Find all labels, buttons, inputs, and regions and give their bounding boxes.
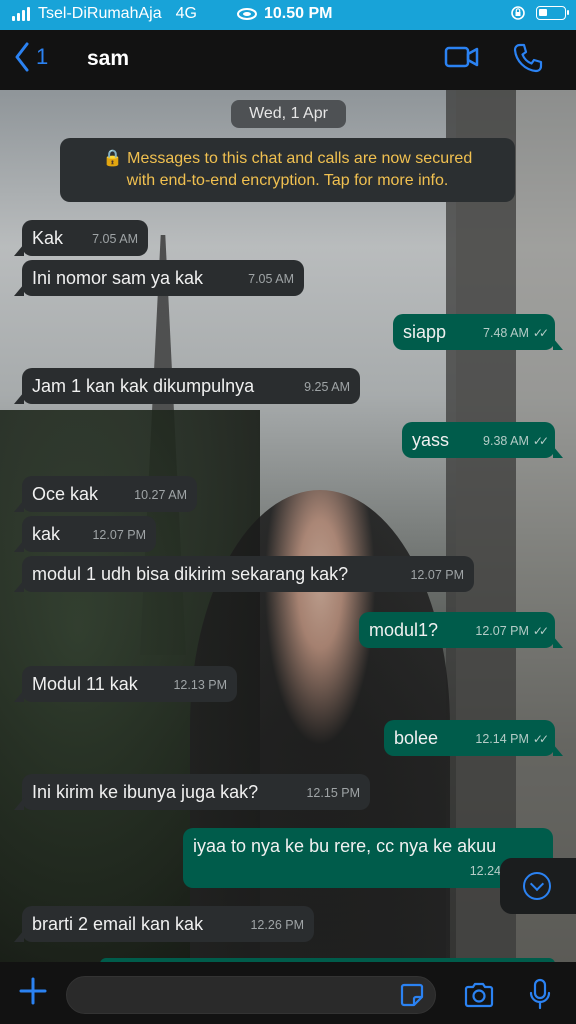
microphone-icon[interactable]	[528, 978, 552, 1010]
composer-bar	[0, 962, 576, 1024]
message-text: iyaa to nya ke bu rere, cc nya ke akuu	[193, 836, 497, 856]
contact-name[interactable]: sam	[87, 47, 129, 71]
message-input[interactable]	[66, 976, 436, 1014]
message-time: 9.38 AM	[483, 434, 529, 448]
message-time: 12.13 PM	[173, 678, 227, 692]
read-ticks-icon: ✓✓	[532, 624, 549, 638]
message-bubble[interactable]: Ini nomor sam ya kak 7.05 AM	[14, 260, 304, 296]
encryption-notice-line1: 🔒 Messages to this chat and calls are no…	[102, 150, 473, 167]
back-chevron-icon	[15, 42, 29, 72]
signal-icon	[12, 7, 30, 21]
message-time: 12.26 PM	[250, 918, 304, 932]
message-time: 7.05 AM	[248, 272, 294, 286]
message-text: Ini kirim ke ibunya juga kak?	[32, 782, 259, 802]
message-bubble[interactable]: iyaa to nya ke bu rere, cc nya ke akuu 1…	[183, 828, 553, 888]
message-text: brarti 2 email kan kak	[32, 914, 204, 934]
message-text: Kak	[32, 228, 64, 248]
chat-header: 1 sam	[0, 30, 576, 90]
message-bubble[interactable]: Jam 1 kan kak dikumpulnya 9.25 AM	[14, 368, 360, 404]
message-time: 9.25 AM	[304, 380, 350, 394]
message-bubble[interactable]: modul 1 udh bisa dikirim sekarang kak? 1…	[14, 556, 474, 592]
message-meta: 12.14 PM ✓✓	[475, 727, 549, 751]
status-left: Tsel-DiRumahAja 4G	[12, 5, 197, 23]
network-type: 4G	[175, 5, 197, 22]
message-time: 12.15 PM	[306, 786, 360, 800]
date-separator: Wed, 1 Apr	[231, 100, 346, 128]
message-bubble[interactable]: Kak 7.05 AM	[14, 220, 148, 256]
message-time: 7.48 AM	[483, 326, 529, 340]
plus-icon[interactable]	[18, 976, 48, 1006]
message-bubble[interactable]: Modul 11 kak 12.13 PM	[14, 666, 237, 702]
message-bubble[interactable]: yass 9.38 AM ✓✓	[402, 422, 563, 458]
message-text: modul 1 udh bisa dikirim sekarang kak?	[32, 564, 349, 584]
message-bubble[interactable]: bolee 12.14 PM ✓✓	[384, 720, 563, 756]
encryption-notice[interactable]: 🔒 Messages to this chat and calls are no…	[60, 138, 515, 202]
message-text: kak	[32, 524, 61, 544]
status-center: 10.50 PM	[236, 5, 332, 23]
message-time: 12.24	[469, 864, 501, 878]
message-time: 12.07 PM	[475, 624, 529, 638]
camera-icon[interactable]	[463, 981, 495, 1009]
message-bubble[interactable]: brarti 2 email kan kak 12.26 PM	[14, 906, 314, 942]
unread-count: 1	[36, 44, 49, 69]
encryption-notice-line2: with end-to-end encryption. Tap for more…	[126, 172, 449, 189]
message-text: yass	[412, 430, 450, 450]
orientation-lock-icon	[511, 6, 525, 20]
message-text: Ini nomor sam ya kak	[32, 268, 204, 288]
message-text: Jam 1 kan kak dikumpulnya	[32, 376, 255, 396]
message-bubble[interactable]: siapp 7.48 AM ✓✓	[393, 314, 563, 350]
message-bubble[interactable]: Ini kirim ke ibunya juga kak? 12.15 PM	[14, 774, 370, 810]
message-text: bolee	[394, 728, 439, 748]
chevron-down-icon	[523, 872, 551, 900]
message-meta: 9.38 AM ✓✓	[483, 429, 549, 453]
message-meta: 12.07 PM ✓✓	[475, 619, 549, 643]
read-ticks-icon: ✓✓	[532, 326, 549, 340]
message-bubble[interactable]: modul1? 12.07 PM ✓✓	[359, 612, 563, 648]
back-button[interactable]: 1	[14, 42, 48, 72]
voice-call-icon[interactable]	[512, 42, 544, 74]
message-time: 7.05 AM	[92, 232, 138, 246]
battery-icon	[536, 6, 569, 20]
message-bubble[interactable]: kak 12.07 PM	[14, 516, 156, 552]
read-ticks-icon: ✓✓	[532, 434, 549, 448]
video-call-icon[interactable]	[444, 42, 480, 72]
status-bar: Tsel-DiRumahAja 4G 10.50 PM	[0, 0, 576, 30]
sticker-icon[interactable]	[399, 982, 425, 1008]
message-time: 12.07 PM	[92, 528, 146, 542]
message-time: 10.27 AM	[134, 488, 187, 502]
message-time: 12.14 PM	[475, 732, 529, 746]
message-text: Oce kak	[32, 484, 99, 504]
message-text: modul1?	[369, 620, 439, 640]
chat-area[interactable]: Wed, 1 Apr 🔒 Messages to this chat and c…	[0, 90, 576, 962]
scroll-to-bottom-button[interactable]	[500, 858, 576, 914]
status-right	[510, 5, 569, 21]
message-bubble[interactable]: Oce kak 10.27 AM	[14, 476, 197, 512]
status-time: 10.50 PM	[264, 5, 333, 22]
message-text: Modul 11 kak	[32, 674, 138, 694]
message-text: siapp	[403, 322, 447, 342]
read-ticks-icon: ✓✓	[532, 732, 549, 746]
message-time: 12.07 PM	[410, 568, 464, 582]
call-return-icon	[237, 8, 257, 20]
message-meta: 7.48 AM ✓✓	[483, 321, 549, 345]
carrier-name: Tsel-DiRumahAja	[38, 5, 162, 22]
